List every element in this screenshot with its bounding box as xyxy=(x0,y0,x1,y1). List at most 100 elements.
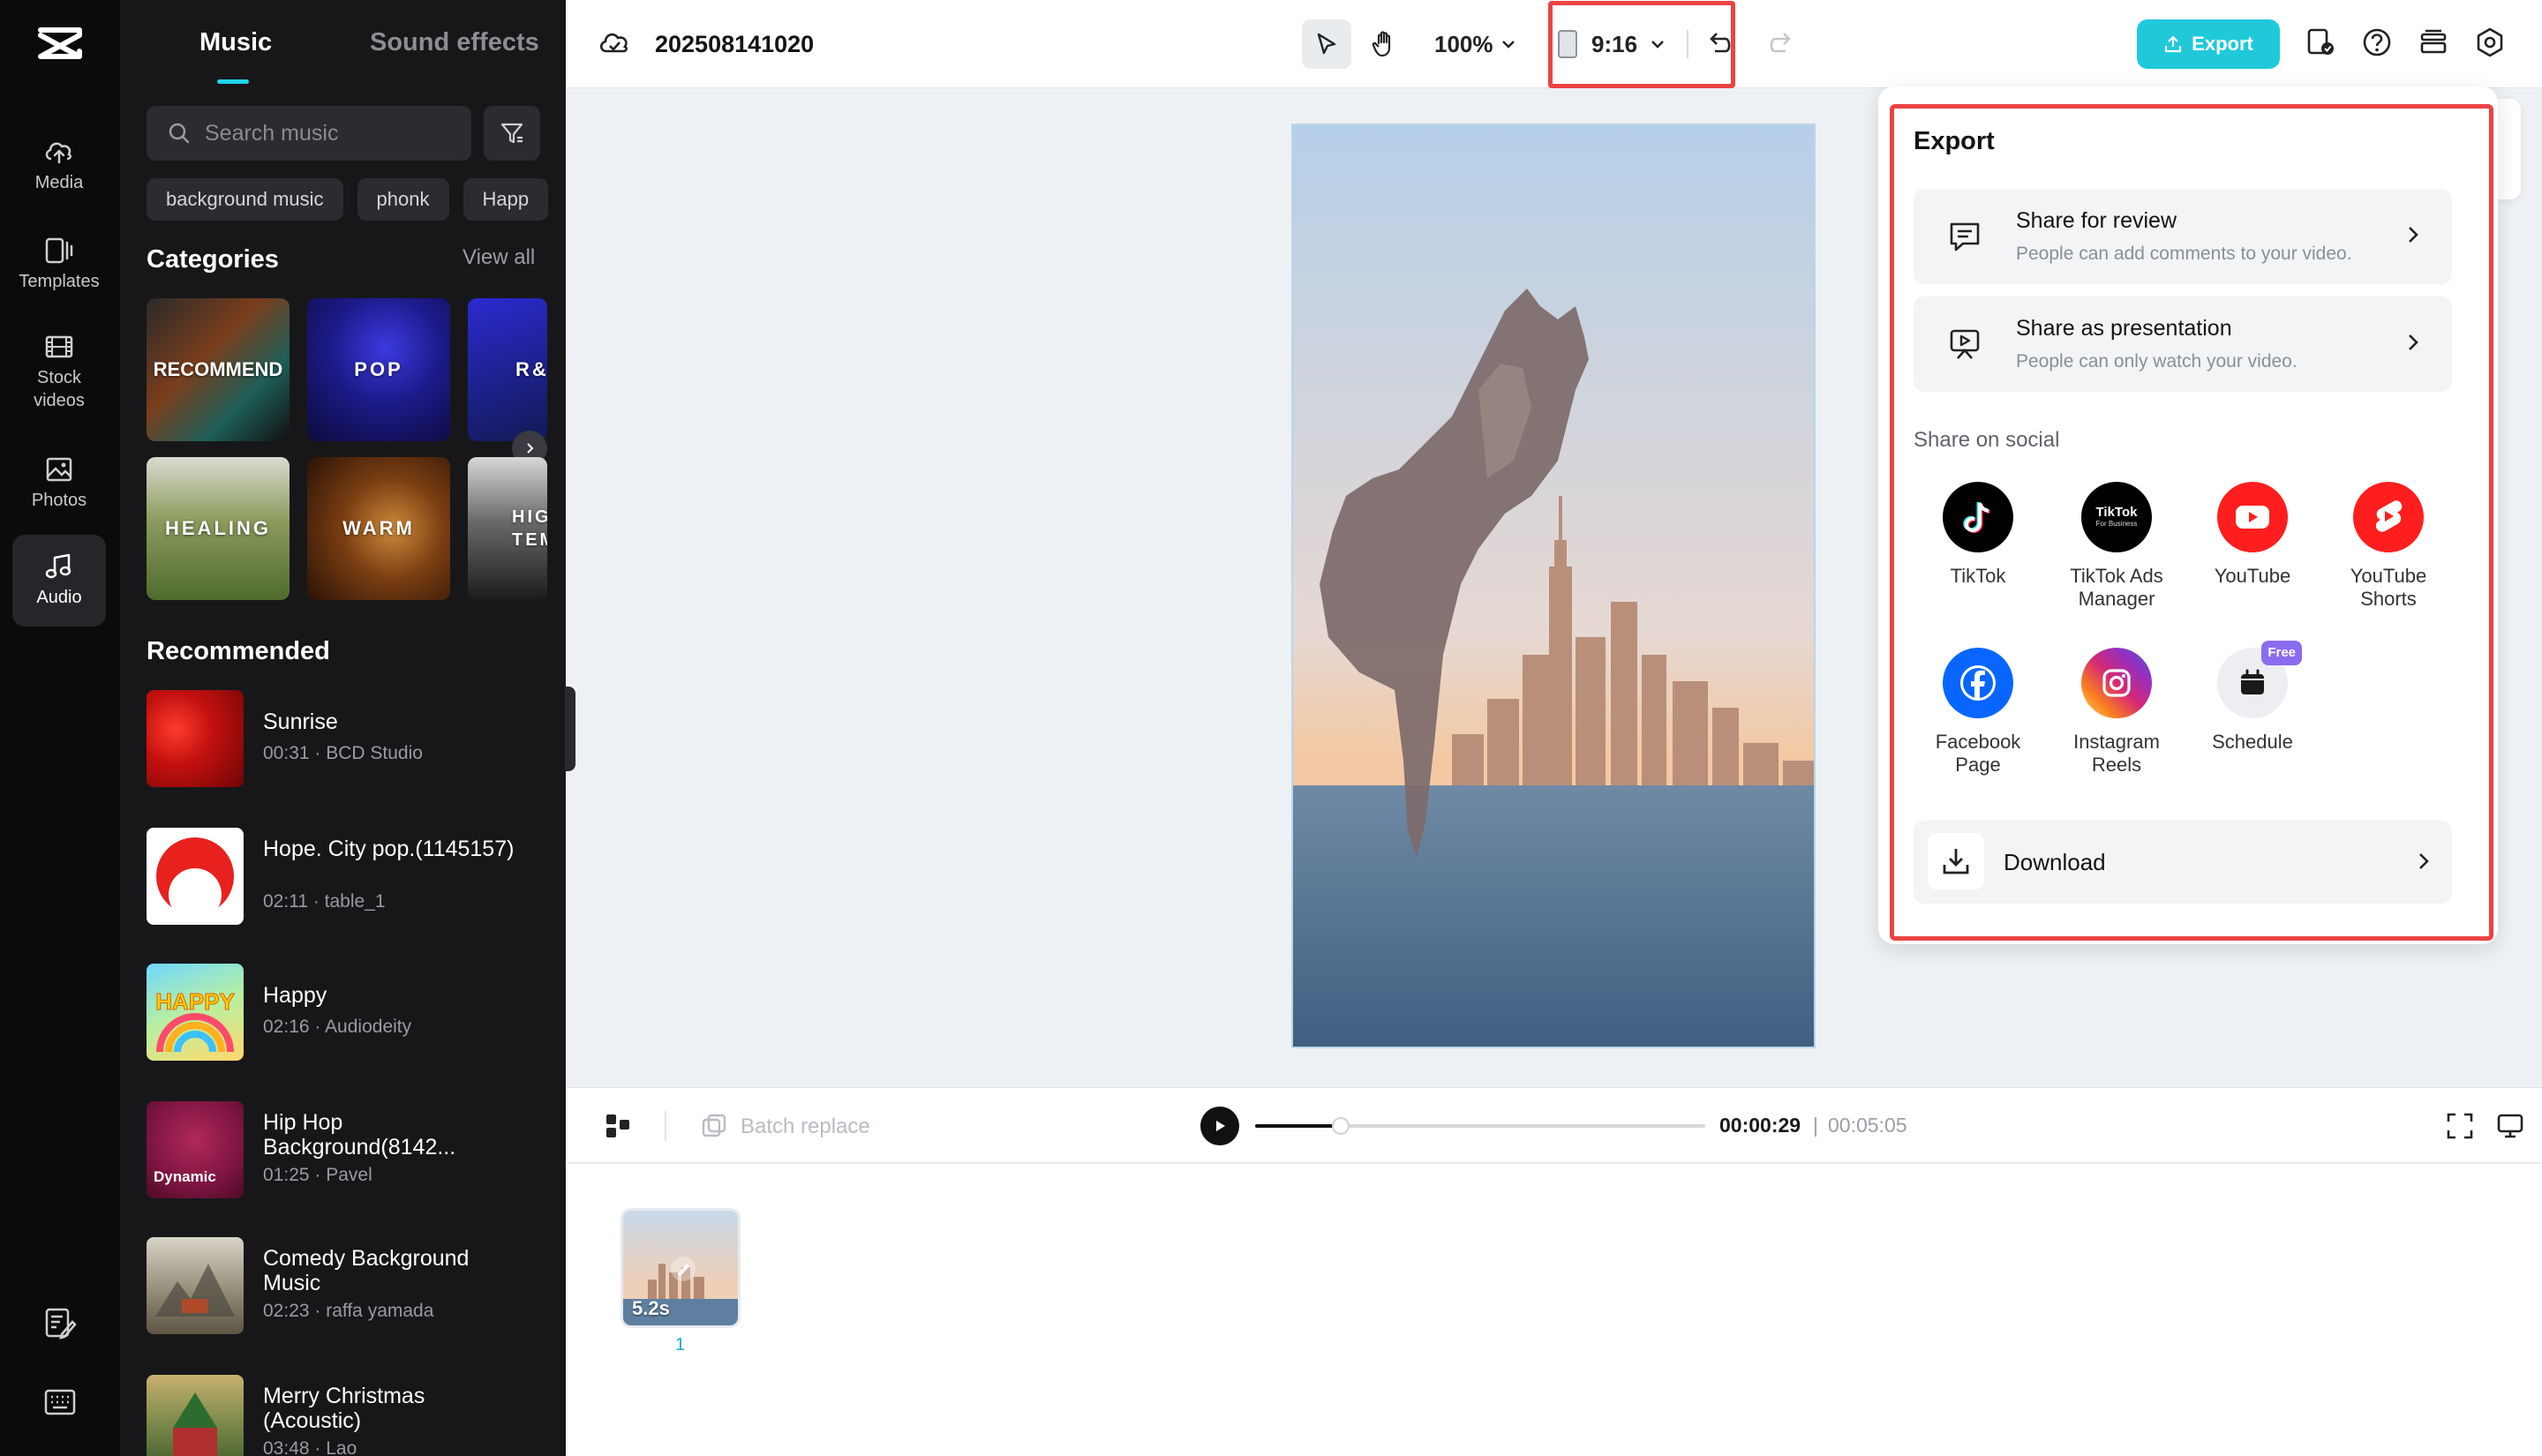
comment-icon xyxy=(1947,219,1982,254)
track-meta: 02:16 · Audiodeity xyxy=(263,1017,412,1037)
category-recommend[interactable]: RECOMMEND xyxy=(147,298,290,441)
batch-replace-button[interactable]: Batch replace xyxy=(700,1113,870,1141)
category-label: R& xyxy=(515,358,547,380)
preview-settings-icon[interactable] xyxy=(2495,1111,2525,1141)
social-youtube[interactable]: YouTube xyxy=(2191,482,2314,588)
project-name[interactable]: 202508141020 xyxy=(655,31,814,58)
music-search-box[interactable] xyxy=(147,106,471,161)
category-label: WARM xyxy=(342,517,415,539)
category-rnb[interactable]: R& xyxy=(468,298,547,441)
capcut-logo[interactable] xyxy=(35,23,85,64)
social-tiktok[interactable]: TikTok xyxy=(1916,482,2040,588)
download-option[interactable]: Download xyxy=(1914,821,2452,904)
rail-stock-videos[interactable]: Stock videos xyxy=(12,326,106,418)
settings-icon[interactable] xyxy=(2474,26,2506,58)
track-meta: 02:11 · table_1 xyxy=(263,891,386,912)
social-instagram-reels[interactable]: Instagram Reels xyxy=(2055,648,2178,777)
keyboard-icon[interactable] xyxy=(42,1387,78,1417)
social-label: Facebook Page xyxy=(1935,731,2021,776)
pointer-icon xyxy=(1317,33,1336,55)
fullscreen-icon[interactable] xyxy=(2445,1111,2475,1141)
search-input[interactable] xyxy=(205,120,470,146)
track-title: Hip Hop Background(8142... xyxy=(263,1110,456,1160)
track-thumbnail xyxy=(147,828,244,925)
video-preview-canvas[interactable] xyxy=(1291,124,1816,1048)
track-item[interactable]: Sunrise 00:31 · BCD Studio xyxy=(147,690,553,787)
time-divider: | xyxy=(1813,1114,1818,1137)
hand-tool-button[interactable] xyxy=(1360,19,1410,69)
track-item[interactable]: Comedy Background Music 02:23 · raffa ya… xyxy=(147,1237,553,1334)
layers-icon[interactable] xyxy=(2418,26,2449,58)
chevron-right-icon xyxy=(2404,224,2422,245)
category-label: RECOMMEND xyxy=(153,358,283,380)
music-note-icon xyxy=(45,553,71,579)
image-icon xyxy=(46,457,72,482)
track-thumbnail: Dynamic xyxy=(147,1101,244,1198)
svg-text:HAPPY: HAPPY xyxy=(155,988,235,1015)
facebook-icon xyxy=(1943,648,2013,718)
track-item[interactable]: Merry Christmas (Acoustic) 03:48 · Lao xyxy=(147,1375,553,1456)
category-pop[interactable]: POP xyxy=(307,298,450,441)
panel-collapse-handle[interactable] xyxy=(565,687,575,771)
youtube-icon xyxy=(2217,482,2288,552)
share-on-social-title: Share on social xyxy=(1914,428,2060,452)
social-youtube-shorts[interactable]: YouTube Shorts xyxy=(2327,482,2450,611)
tab-music[interactable]: Music xyxy=(199,28,272,57)
category-healing[interactable]: HEALING xyxy=(147,457,290,600)
preview-frame-image xyxy=(1293,125,1814,1047)
rail-templates[interactable]: Templates xyxy=(12,228,106,302)
chevron-right-icon xyxy=(2415,851,2433,872)
social-label: Schedule xyxy=(2212,731,2293,753)
presentation-icon xyxy=(1947,326,1982,362)
share-as-presentation-option[interactable]: Share as presentation People can only wa… xyxy=(1914,296,2452,392)
track-thumbnail: HAPPY xyxy=(147,964,244,1061)
category-high-tempo[interactable]: HIG TEM xyxy=(468,457,547,600)
track-thumbnail xyxy=(147,1237,244,1334)
timeline-clip[interactable]: 5.2s xyxy=(620,1208,741,1328)
chip-phonk[interactable]: phonk xyxy=(357,178,449,221)
social-facebook-page[interactable]: Facebook Page xyxy=(1916,648,2040,777)
share-presentation-title: Share as presentation xyxy=(2016,316,2232,341)
view-all-link[interactable]: View all xyxy=(463,245,535,270)
playback-progress-bar[interactable] xyxy=(1255,1117,1705,1135)
track-meta: 03:48 · Lao xyxy=(263,1438,357,1456)
help-icon[interactable] xyxy=(2361,26,2393,58)
social-tiktok-ads-manager[interactable]: TikTok For Business TikTok Ads Manager xyxy=(2055,482,2178,611)
select-tool-button[interactable] xyxy=(1302,19,1351,69)
rail-audio-label: Audio xyxy=(36,588,82,607)
zoom-dropdown[interactable]: 100% xyxy=(1434,19,1516,69)
track-item[interactable]: Dynamic Hip Hop Background(8142... 01:25… xyxy=(147,1101,553,1198)
rail-photos[interactable]: Photos xyxy=(12,447,106,521)
share-for-review-option[interactable]: Share for review People can add comments… xyxy=(1914,189,2452,284)
rail-audio[interactable]: Audio xyxy=(12,535,106,627)
filter-button[interactable] xyxy=(484,106,540,161)
download-label: Download xyxy=(2004,849,2106,875)
play-button[interactable] xyxy=(1200,1107,1239,1145)
tab-sound-effects[interactable]: Sound effects xyxy=(370,28,539,57)
chip-happ[interactable]: Happ xyxy=(463,178,549,221)
track-meta: 01:25 · Pavel xyxy=(263,1165,372,1185)
category-warm[interactable]: WARM xyxy=(307,457,450,600)
cloud-sync-icon[interactable] xyxy=(598,28,631,58)
progress-knob[interactable] xyxy=(1331,1117,1350,1135)
redo-button[interactable] xyxy=(1766,26,1796,56)
recommended-title: Recommended xyxy=(147,637,330,665)
track-item[interactable]: Hope. City pop.(1145157) 02:11 · table_1 xyxy=(147,828,553,925)
filter-icon xyxy=(500,123,523,144)
film-icon xyxy=(45,335,73,358)
social-label: YouTube xyxy=(2214,565,2291,587)
share-review-title: Share for review xyxy=(2016,208,2177,233)
export-button[interactable]: Export xyxy=(2137,19,2280,69)
total-time: 00:05:05 xyxy=(1828,1114,1907,1137)
redo-icon xyxy=(1770,33,1791,53)
rail-media[interactable]: Media xyxy=(12,129,106,203)
track-item[interactable]: HAPPY Happy 02:16 · Audiodeity xyxy=(147,964,553,1061)
timeline-area: 5.2s 1 xyxy=(566,1164,2542,1456)
rail-stock-videos-label: Stock videos xyxy=(34,368,85,410)
social-schedule[interactable]: Free Schedule xyxy=(2191,641,2314,754)
edit-notes-icon[interactable] xyxy=(42,1306,78,1341)
hand-icon xyxy=(1372,31,1391,57)
chip-background-music[interactable]: background music xyxy=(147,178,343,221)
scene-tool-icon[interactable] xyxy=(603,1111,633,1141)
project-check-icon[interactable] xyxy=(2305,26,2336,58)
